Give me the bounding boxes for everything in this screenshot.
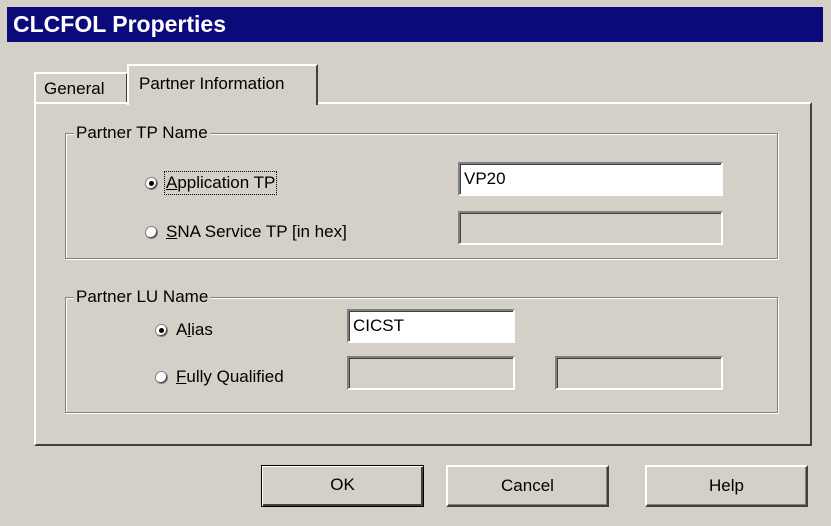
application-tp-value: VP20 [464,169,506,188]
ok-button-label: OK [330,475,355,494]
help-button[interactable]: Help [645,465,808,507]
fully-qualified-label: Fully Qualified [176,367,284,386]
tab-partner-information-label: Partner Information [139,74,285,93]
fully-qualified-option[interactable]: Fully Qualified [155,367,284,387]
partner-lu-name-group: Partner LU Name Alias CICST Fully Qualif… [65,287,778,413]
partner-lu-name-legend: Partner LU Name [74,287,211,307]
alias-input[interactable]: CICST [347,309,515,343]
fully-qualified-radio[interactable] [155,370,168,384]
application-tp-radio[interactable] [145,176,158,190]
sna-service-tp-input[interactable] [458,211,723,245]
tab-panel: Partner TP Name Application TP VP20 SNA … [34,102,812,446]
title-bar: CLCFOL Properties [7,7,823,42]
tab-general-label: General [44,79,105,98]
tab-general[interactable]: General [34,72,128,104]
application-tp-label: Application TP [163,171,278,195]
fully-qualified-lu-input[interactable] [555,356,723,390]
application-tp-input[interactable]: VP20 [458,162,723,196]
partner-tp-name-group: Partner TP Name Application TP VP20 SNA … [65,123,778,259]
sna-service-tp-option[interactable]: SNA Service TP [in hex] [145,222,347,242]
application-tp-option[interactable]: Application TP [145,171,278,195]
ok-button[interactable]: OK [261,465,424,507]
window-title: CLCFOL Properties [13,11,226,37]
sna-service-tp-radio[interactable] [145,225,158,239]
sna-service-tp-label: SNA Service TP [in hex] [166,222,347,241]
tab-partner-information[interactable]: Partner Information [127,64,318,108]
alias-radio[interactable] [155,323,168,337]
alias-value: CICST [353,316,404,335]
alias-label: Alias [176,320,213,339]
help-button-label: Help [709,476,744,495]
fully-qualified-network-input[interactable] [347,356,515,390]
cancel-button[interactable]: Cancel [446,465,609,507]
alias-option[interactable]: Alias [155,320,213,340]
cancel-button-label: Cancel [501,476,554,495]
partner-tp-name-legend: Partner TP Name [74,123,210,143]
